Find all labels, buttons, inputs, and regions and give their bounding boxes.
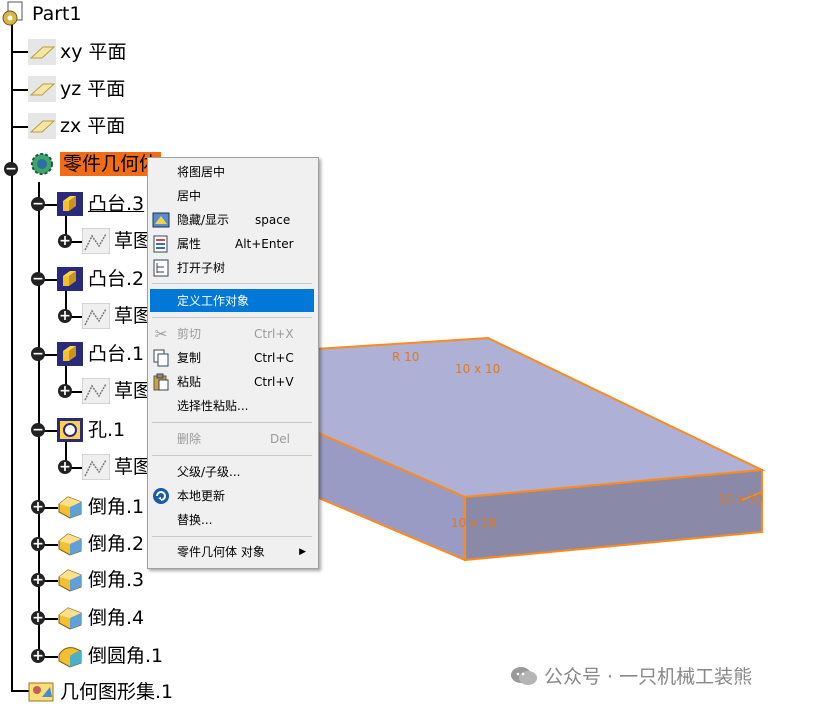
expand-sketch-toggle[interactable]: + — [58, 309, 72, 323]
submenu-arrow-icon: ▶ — [299, 546, 306, 557]
menu-item-define-work-object[interactable]: 定义工作对象 — [150, 289, 314, 312]
menu-item-delete[interactable]: 删除 Del — [150, 427, 314, 450]
pad-icon — [57, 192, 83, 216]
menu-separator — [152, 422, 312, 423]
collapse-pad3-toggle[interactable]: − — [31, 197, 45, 211]
tree-item-sketch[interactable]: 草图 — [82, 377, 152, 405]
tree-item-part-body[interactable]: 零件几何体 — [28, 150, 162, 178]
menu-item-local-update[interactable]: 本地更新 — [150, 484, 314, 507]
tree-root-part1[interactable]: Part1 — [0, 0, 82, 28]
scissors-icon: ✂ — [154, 324, 168, 343]
specification-tree: Part1 xy 平面 yz 平面 zx 平面 − 零件几何体 − 凸台.3 +… — [0, 0, 820, 710]
hole-icon — [57, 418, 83, 442]
expand-chamfer3-toggle[interactable]: + — [31, 573, 45, 587]
tree-item-sketch[interactable]: 草图 — [82, 227, 152, 255]
tree-item-chamfer4[interactable]: 倒角.4 — [56, 604, 144, 632]
tree-item-chamfer1[interactable]: 倒角.1 — [56, 493, 144, 521]
chamfer-icon — [58, 496, 82, 519]
plane-icon — [28, 113, 56, 139]
menu-separator — [152, 455, 312, 456]
menu-item-parents-children[interactable]: 父级/子级... — [150, 460, 314, 483]
body-gear-icon — [31, 153, 53, 175]
expand-sketch-toggle[interactable]: + — [58, 234, 72, 248]
body-label-selected: 零件几何体 — [60, 152, 162, 176]
tree-item-zx-plane[interactable]: zx 平面 — [28, 112, 125, 140]
chamfer-icon — [58, 569, 82, 592]
menu-separator — [152, 536, 312, 537]
open-subtree-icon — [153, 259, 169, 276]
menu-item-paste[interactable]: 粘贴 Ctrl+V — [150, 370, 314, 393]
menu-item-open-subtree[interactable]: 打开子树 — [150, 256, 314, 279]
menu-item-copy[interactable]: 复制 Ctrl+C — [150, 346, 314, 369]
tree-item-xy-plane[interactable]: xy 平面 — [28, 38, 127, 66]
tree-item-yz-plane[interactable]: yz 平面 — [28, 75, 125, 103]
collapse-hole1-toggle[interactable]: − — [31, 423, 45, 437]
tree-trunk-line — [11, 24, 13, 692]
wechat-icon — [511, 666, 537, 685]
geometric-set-icon — [28, 682, 54, 702]
menu-item-replace[interactable]: 替换... — [150, 508, 314, 531]
menu-item-hide-show[interactable]: 隐藏/显示 space — [150, 208, 314, 231]
copy-icon — [153, 349, 169, 366]
expand-chamfer2-toggle[interactable]: + — [31, 537, 45, 551]
sketch-icon — [82, 303, 110, 329]
update-icon — [153, 487, 169, 504]
sketch-icon — [82, 378, 110, 404]
root-label: Part1 — [32, 3, 82, 25]
watermark: 公众号 · 一只机械工装熊 — [510, 662, 752, 689]
menu-separator — [152, 283, 312, 284]
tree-item-pad2[interactable]: 凸台.2 — [56, 265, 144, 293]
tree-item-sketch[interactable]: 草图 — [82, 453, 152, 481]
tree-item-pad1[interactable]: 凸台.1 — [56, 340, 144, 368]
menu-item-center[interactable]: 居中 — [150, 184, 314, 207]
expand-sketch-toggle[interactable]: + — [58, 460, 72, 474]
properties-icon — [153, 235, 168, 252]
menu-item-properties[interactable]: 属性 Alt+Enter — [150, 232, 314, 255]
menu-separator — [152, 317, 312, 318]
part-gear-icon — [2, 1, 23, 26]
pad-icon — [57, 342, 83, 366]
sketch-icon — [82, 228, 110, 254]
collapse-body-toggle[interactable]: − — [4, 162, 18, 176]
menu-item-cut[interactable]: ✂ 剪切 Ctrl+X — [150, 322, 314, 345]
tree-item-chamfer3[interactable]: 倒角.3 — [56, 566, 144, 594]
watermark-text: 公众号 · 一只机械工装熊 — [544, 666, 753, 688]
expand-chamfer1-toggle[interactable]: + — [31, 500, 45, 514]
plane-icon — [28, 76, 56, 102]
collapse-pad1-toggle[interactable]: − — [31, 347, 45, 361]
context-menu: 将图居中 居中 隐藏/显示 space 属性 Alt+Enter 打开子树 定义… — [147, 157, 319, 569]
tree-item-chamfer2[interactable]: 倒角.2 — [56, 530, 144, 558]
tree-item-fillet1[interactable]: 倒圆角.1 — [56, 642, 163, 670]
menu-item-center-graph[interactable]: 将图居中 — [150, 160, 314, 183]
tree-item-sketch[interactable]: 草图 — [82, 302, 152, 330]
expand-fillet1-toggle[interactable]: + — [31, 649, 45, 663]
sketch-icon — [82, 454, 110, 480]
chamfer-icon — [58, 607, 82, 630]
fillet-icon — [58, 647, 82, 668]
expand-chamfer4-toggle[interactable]: + — [31, 611, 45, 625]
collapse-pad2-toggle[interactable]: − — [31, 272, 45, 286]
hide-show-icon — [152, 212, 170, 227]
menu-item-body-object[interactable]: 零件几何体 对象 ▶ — [150, 540, 314, 563]
paste-icon — [153, 373, 169, 390]
tree-item-pad3[interactable]: 凸台.3 — [56, 190, 144, 218]
pad-icon — [57, 267, 83, 291]
tree-item-geometric-set[interactable]: 几何图形集.1 — [28, 678, 173, 706]
tree-item-hole1[interactable]: 孔.1 — [56, 416, 125, 444]
expand-sketch-toggle[interactable]: + — [58, 384, 72, 398]
menu-item-paste-special[interactable]: 选择性粘贴... — [150, 394, 314, 417]
chamfer-icon — [58, 533, 82, 556]
plane-icon — [28, 39, 56, 65]
